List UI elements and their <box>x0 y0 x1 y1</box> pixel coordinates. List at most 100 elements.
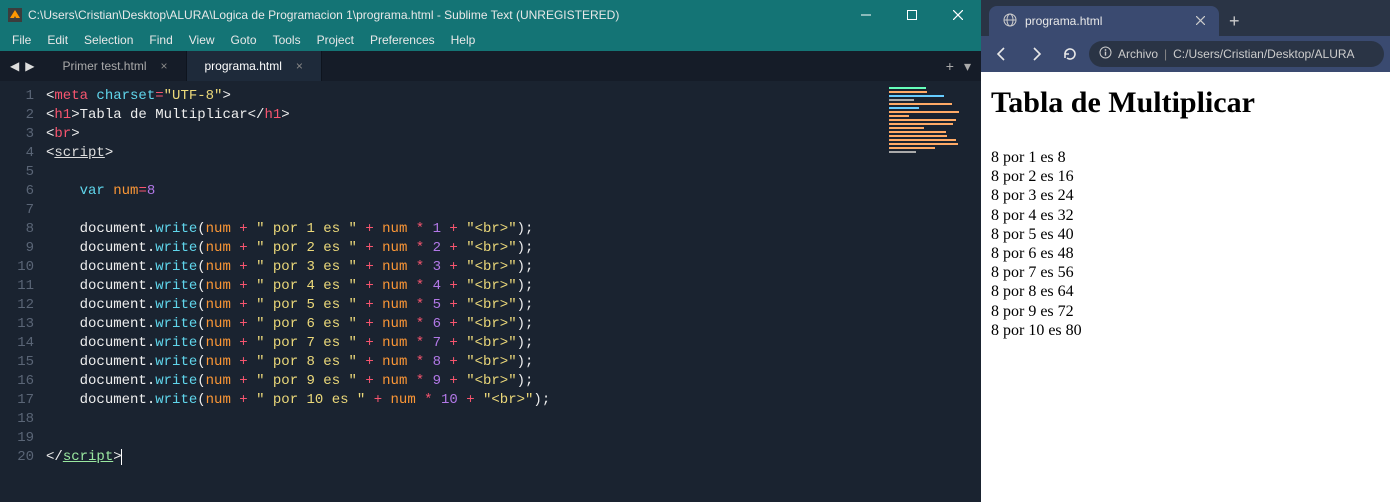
code-line[interactable]: </script> <box>46 448 885 467</box>
minimize-button[interactable] <box>843 0 889 29</box>
code-line[interactable]: <meta charset="UTF-8"> <box>46 87 885 106</box>
url-path: C:/Users/Cristian/Desktop/ALURA <box>1173 47 1354 61</box>
code-line[interactable]: document.write(num + " por 10 es " + num… <box>46 391 885 410</box>
menu-goto[interactable]: Goto <box>223 33 265 47</box>
minimap-line <box>889 139 956 141</box>
output-line: 8 por 6 es 48 <box>991 244 1380 263</box>
sublime-window: C:\Users\Cristian\Desktop\ALURA\Logica d… <box>0 0 981 502</box>
line-number: 18 <box>0 410 34 429</box>
minimap-line <box>889 95 944 97</box>
output-line: 8 por 4 es 32 <box>991 206 1380 225</box>
code-line[interactable] <box>46 429 885 448</box>
code-line[interactable] <box>46 410 885 429</box>
new-tab-button[interactable]: + <box>946 58 954 74</box>
browser-new-tab-button[interactable]: + <box>1219 6 1250 36</box>
minimap-line <box>889 103 952 105</box>
file-tab-label: Primer test.html <box>62 59 146 73</box>
info-icon <box>1099 46 1112 62</box>
line-number: 16 <box>0 372 34 391</box>
sublime-app-icon <box>8 8 22 22</box>
page-heading: Tabla de Multiplicar <box>991 86 1380 120</box>
menu-view[interactable]: View <box>181 33 223 47</box>
globe-icon <box>1003 13 1017 30</box>
file-tab[interactable]: programa.html× <box>187 51 322 81</box>
minimap-line <box>889 147 935 149</box>
line-number: 5 <box>0 163 34 182</box>
menu-help[interactable]: Help <box>443 33 484 47</box>
browser-window: programa.html + Archivo | C:/Users/Crist… <box>981 0 1390 502</box>
minimap[interactable] <box>885 81 981 502</box>
back-button[interactable] <box>987 39 1017 69</box>
code-line[interactable]: document.write(num + " por 6 es " + num … <box>46 315 885 334</box>
code-line[interactable] <box>46 163 885 182</box>
tab-back-icon[interactable]: ◀ <box>10 59 19 73</box>
menu-find[interactable]: Find <box>141 33 180 47</box>
line-number: 3 <box>0 125 34 144</box>
close-button[interactable] <box>935 0 981 29</box>
menu-edit[interactable]: Edit <box>39 33 76 47</box>
minimap-line <box>889 91 927 93</box>
file-tab[interactable]: Primer test.html × <box>44 51 186 81</box>
text-caret <box>121 449 122 465</box>
line-number: 14 <box>0 334 34 353</box>
tab-close-icon[interactable]: × <box>160 59 167 73</box>
code-line[interactable]: <h1>Tabla de Multiplicar</h1> <box>46 106 885 125</box>
code-line[interactable]: document.write(num + " por 5 es " + num … <box>46 296 885 315</box>
editor-area[interactable]: 1234567891011121314151617181920 <meta ch… <box>0 81 981 502</box>
code-line[interactable]: document.write(num + " por 2 es " + num … <box>46 239 885 258</box>
browser-toolbar: Archivo | C:/Users/Cristian/Desktop/ALUR… <box>981 36 1390 72</box>
minimap-line <box>889 107 919 109</box>
output-line: 8 por 10 es 80 <box>991 321 1380 340</box>
browser-tab-title: programa.html <box>1025 14 1102 28</box>
code-content[interactable]: <meta charset="UTF-8"><h1>Tabla de Multi… <box>46 81 885 502</box>
browser-tab[interactable]: programa.html <box>989 6 1219 36</box>
code-line[interactable]: document.write(num + " por 8 es " + num … <box>46 353 885 372</box>
menu-preferences[interactable]: Preferences <box>362 33 443 47</box>
code-line[interactable] <box>46 201 885 220</box>
address-bar[interactable]: Archivo | C:/Users/Cristian/Desktop/ALUR… <box>1089 41 1384 67</box>
line-number: 9 <box>0 239 34 258</box>
output-line: 8 por 3 es 24 <box>991 186 1380 205</box>
tab-forward-icon[interactable]: ▶ <box>25 59 34 73</box>
code-line[interactable]: document.write(num + " por 9 es " + num … <box>46 372 885 391</box>
minimap-line <box>889 111 959 113</box>
menu-project[interactable]: Project <box>309 33 362 47</box>
minimap-line <box>889 135 947 137</box>
reload-button[interactable] <box>1055 39 1085 69</box>
code-line[interactable]: document.write(num + " por 4 es " + num … <box>46 277 885 296</box>
code-line[interactable]: document.write(num + " por 7 es " + num … <box>46 334 885 353</box>
line-number: 4 <box>0 144 34 163</box>
browser-viewport[interactable]: Tabla de Multiplicar 8 por 1 es 88 por 2… <box>981 72 1390 502</box>
sublime-title-text: C:\Users\Cristian\Desktop\ALURA\Logica d… <box>28 8 843 22</box>
code-line[interactable]: document.write(num + " por 3 es " + num … <box>46 258 885 277</box>
minimap-line <box>889 123 953 125</box>
menu-tools[interactable]: Tools <box>265 33 309 47</box>
minimap-line <box>889 119 956 121</box>
output-line: 8 por 8 es 64 <box>991 282 1380 301</box>
menu-bar: FileEditSelectionFindViewGotoToolsProjec… <box>0 29 981 51</box>
line-number: 7 <box>0 201 34 220</box>
tab-history-arrows[interactable]: ◀ ▶ <box>0 51 44 81</box>
line-number: 8 <box>0 220 34 239</box>
code-line[interactable]: var num=8 <box>46 182 885 201</box>
forward-button[interactable] <box>1021 39 1051 69</box>
minimap-line <box>889 87 926 89</box>
line-gutter: 1234567891011121314151617181920 <box>0 81 46 502</box>
sublime-titlebar[interactable]: C:\Users\Cristian\Desktop\ALURA\Logica d… <box>0 0 981 29</box>
tab-menu-button[interactable]: ▾ <box>964 58 971 75</box>
code-line[interactable]: document.write(num + " por 1 es " + num … <box>46 220 885 239</box>
minimap-line <box>889 115 909 117</box>
output-line: 8 por 9 es 72 <box>991 302 1380 321</box>
output-line: 8 por 1 es 8 <box>991 148 1380 167</box>
code-line[interactable]: <br> <box>46 125 885 144</box>
tab-close-icon[interactable] <box>1196 14 1205 28</box>
tab-close-icon[interactable]: × <box>296 59 303 73</box>
menu-file[interactable]: File <box>4 33 39 47</box>
line-number: 20 <box>0 448 34 467</box>
maximize-button[interactable] <box>889 0 935 29</box>
minimap-line <box>889 131 946 133</box>
menu-selection[interactable]: Selection <box>76 33 141 47</box>
minimap-line <box>889 143 958 145</box>
line-number: 1 <box>0 87 34 106</box>
code-line[interactable]: <script> <box>46 144 885 163</box>
